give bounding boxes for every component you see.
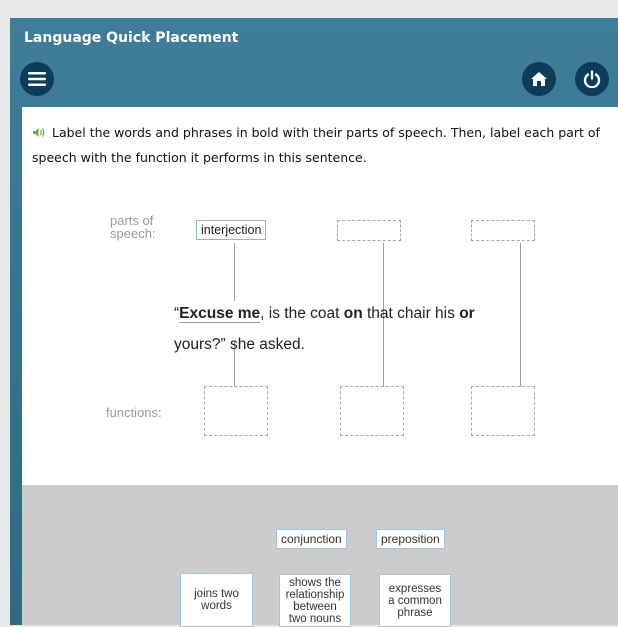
part-of-speech-slot-2[interactable] <box>337 220 401 241</box>
app-title: Language Quick Placement <box>24 30 239 46</box>
home-button[interactable] <box>522 62 556 96</box>
function-slot-3[interactable] <box>471 386 535 436</box>
hamburger-menu-icon <box>28 72 46 86</box>
bold-phrase-excuse-me: Excuse me <box>179 305 261 323</box>
menu-button[interactable] <box>20 62 54 96</box>
instruction-text: Label the words and phrases in bold with… <box>32 125 600 165</box>
part-of-speech-slot-3[interactable] <box>471 220 535 241</box>
function-slot-1[interactable] <box>204 386 268 436</box>
power-icon <box>583 70 601 88</box>
question-card: Label the words and phrases in bold with… <box>22 107 618 485</box>
chip-shows-relationship[interactable]: shows the relationship between two nouns <box>279 574 351 627</box>
power-button[interactable] <box>575 62 609 96</box>
chip-joins-two-words[interactable]: joins two words <box>180 573 253 627</box>
connector-line <box>520 243 521 387</box>
bold-word-on: on <box>343 305 363 322</box>
parts-of-speech-label: parts of speech: <box>110 213 156 241</box>
chip-preposition[interactable]: preposition <box>376 529 445 549</box>
instruction-text-block: Label the words and phrases in bold with… <box>32 121 602 170</box>
sentence-line-1: “Excuse me, is the coat on that chair hi… <box>174 305 475 323</box>
chip-expresses-common-phrase[interactable]: expresses a common phrase <box>379 574 451 627</box>
functions-label: functions: <box>106 405 162 420</box>
sentence-line-2: yours?” she asked. <box>174 336 305 353</box>
speaker-icon[interactable] <box>32 122 46 146</box>
part-of-speech-slot-1[interactable]: interjection <box>196 220 267 240</box>
connector-line <box>234 243 235 301</box>
app-frame: Language Quick Placement Label the words… <box>10 18 618 627</box>
chip-conjunction[interactable]: conjunction <box>276 529 347 549</box>
bold-word-or: or <box>459 305 475 322</box>
function-slot-2[interactable] <box>340 386 404 436</box>
answer-tray: conjunction preposition joins two words s… <box>22 485 618 627</box>
home-icon <box>531 72 547 86</box>
